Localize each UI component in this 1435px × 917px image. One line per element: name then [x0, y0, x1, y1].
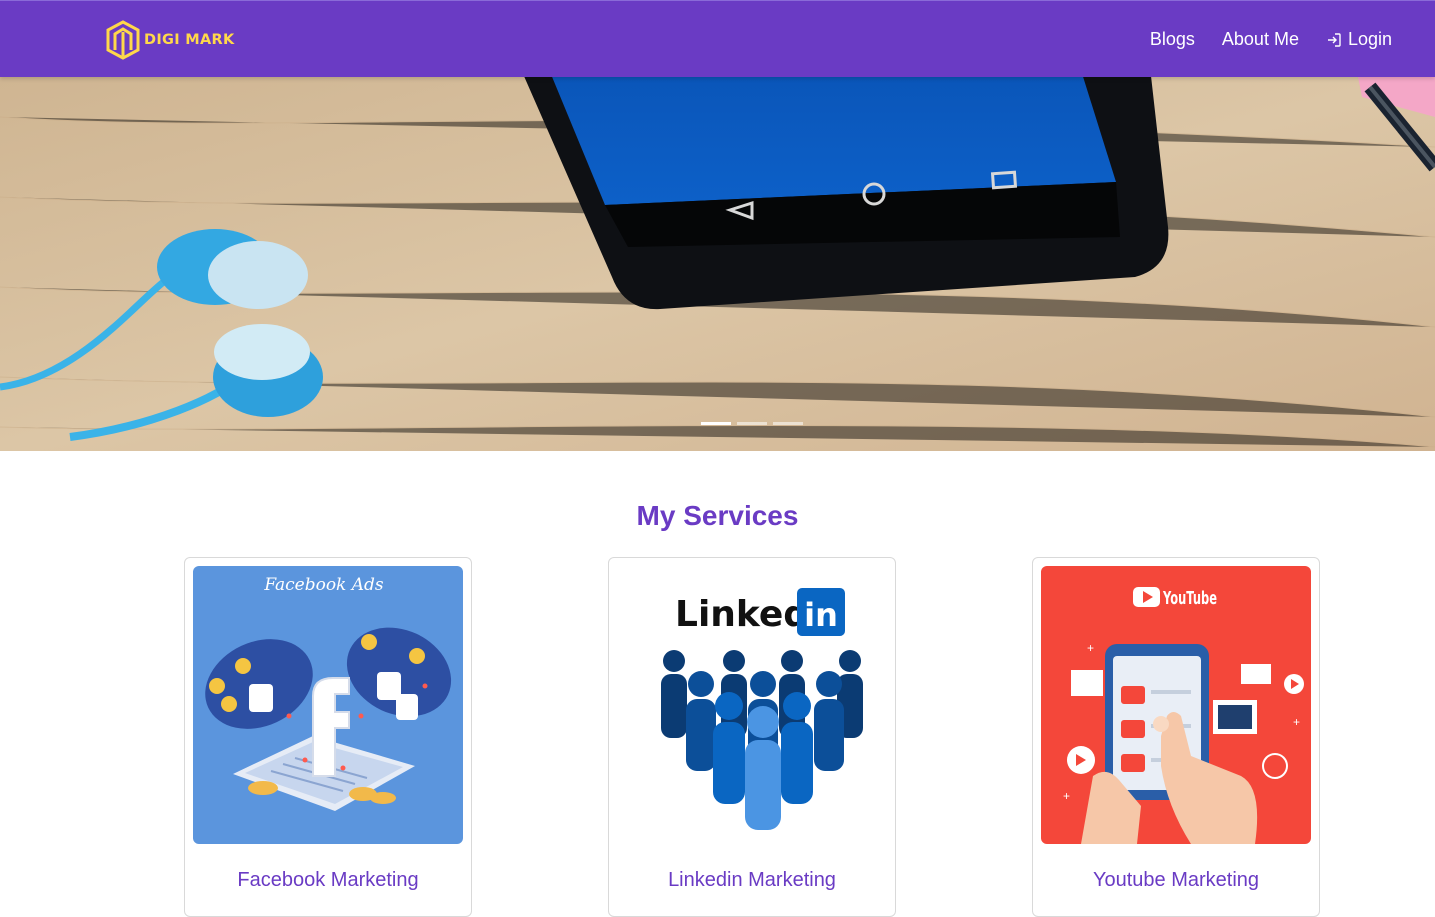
service-card-facebook[interactable]: Facebook Ads Facebook Marketing — [184, 557, 472, 917]
carousel-indicator-1[interactable] — [701, 422, 731, 425]
brand-name: DIGI MARK — [144, 32, 235, 48]
svg-text:+: + — [1087, 641, 1094, 655]
service-card-linkedin[interactable]: Linked in Linkedin Marketing — [608, 557, 896, 917]
svg-text:in: in — [804, 596, 838, 634]
svg-text:Linked: Linked — [675, 594, 809, 635]
hero-carousel[interactable] — [0, 77, 1435, 451]
brand-logo-icon — [106, 20, 140, 60]
nav-link-about-label: About Me — [1221, 29, 1299, 49]
nav-link-login[interactable]: Login — [1326, 29, 1392, 50]
carousel-indicator-2[interactable] — [737, 422, 767, 425]
carousel-indicators — [701, 422, 809, 425]
login-icon — [1327, 32, 1341, 47]
nav-link-login-label: Login — [1347, 29, 1392, 49]
nav-links: Blogs About Me Login — [1123, 1, 1392, 78]
services-title: My Services — [636, 500, 799, 531]
youtube-image: YouTube + + + — [1041, 566, 1311, 844]
svg-text:+: + — [1063, 789, 1070, 803]
nav-link-blogs-label: Blogs — [1149, 29, 1195, 49]
facebook-ads-caption: Facebook Ads — [263, 575, 384, 595]
brand-logo[interactable]: DIGI MARK — [106, 20, 235, 60]
nav-link-blogs[interactable]: Blogs — [1150, 29, 1195, 50]
service-card-facebook-title: Facebook Marketing — [237, 869, 419, 891]
service-card-youtube-title: Youtube Marketing — [1092, 869, 1260, 891]
linkedin-image: Linked in — [617, 566, 887, 844]
navbar: DIGI MARK Blogs About Me Login — [0, 0, 1435, 77]
nav-link-about[interactable]: About Me — [1222, 29, 1299, 50]
facebook-ads-image: Facebook Ads — [193, 566, 463, 844]
youtube-caption: YouTube — [1162, 588, 1217, 609]
service-card-youtube[interactable]: YouTube + + + Youtube Marketing — [1032, 557, 1320, 917]
svg-text:+: + — [1293, 715, 1300, 729]
carousel-indicator-3[interactable] — [773, 422, 803, 425]
service-card-linkedin-title: Linkedin Marketing — [668, 869, 836, 891]
hero-image — [0, 77, 1435, 451]
